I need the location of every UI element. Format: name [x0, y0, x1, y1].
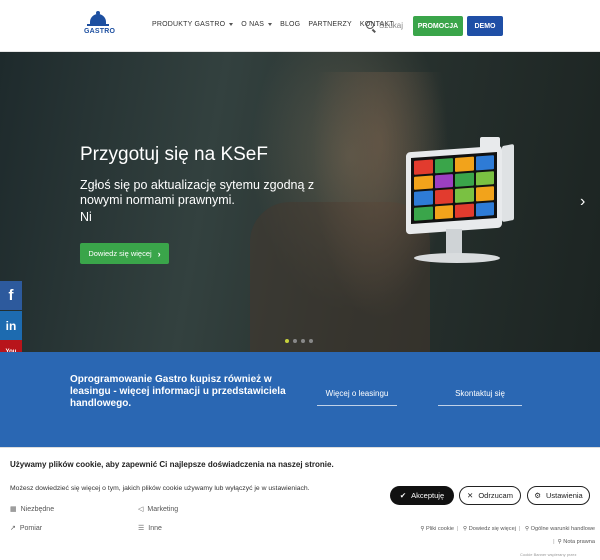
search-box[interactable]: Szukaj — [366, 17, 406, 33]
logo-plate — [87, 24, 109, 26]
pos-side-panel — [502, 143, 514, 223]
link-label: Dowiedz się więcej — [468, 526, 516, 532]
settings-label: Ustawienia — [546, 491, 583, 500]
learn-more-button[interactable]: Dowiedz się więcej › — [80, 243, 169, 264]
main-nav: PRODUKTY GASTRO O NAS BLOG PARTNERZY KON… — [152, 21, 402, 28]
reject-label: Odrzucam — [478, 491, 513, 500]
leasing-banner: Oprogramowanie Gastro kupisz również w l… — [0, 352, 600, 447]
nav-item-blog[interactable]: BLOG — [280, 21, 300, 28]
nav-label: PRODUKTY GASTRO — [152, 21, 226, 28]
category-label: Pomiar — [19, 524, 43, 532]
category-label: Niezbędne — [20, 505, 55, 513]
linkedin-icon[interactable]: in — [0, 311, 22, 340]
pos-screen — [411, 151, 497, 225]
close-icon: ✕ — [467, 491, 474, 500]
cookie-description: Możesz dowiedzieć się więcej o tym, jaki… — [10, 485, 310, 492]
learn-more-label: Dowiedz się więcej — [88, 249, 152, 258]
logo-text: GASTRO — [84, 28, 116, 35]
chevron-right-icon: › — [157, 248, 161, 259]
nav-label: O NAS — [241, 21, 265, 28]
legal-note-link[interactable]: ⚲ Nota prawna — [558, 539, 595, 545]
slider-dot[interactable] — [309, 339, 313, 343]
accept-cookies-button[interactable]: ✔ Akceptuję — [390, 486, 454, 505]
pos-base — [414, 253, 500, 263]
powered-by-text: Cookie Banner wspierany przez — [520, 552, 577, 557]
slider-dot[interactable] — [301, 339, 305, 343]
next-slide-arrow-icon[interactable]: › — [580, 193, 585, 211]
nav-label: BLOG — [280, 21, 301, 28]
cookie-settings-button[interactable]: ⚙ Ustawienia — [527, 486, 590, 505]
shield-icon: ▦ — [10, 506, 17, 513]
hero-subtitle: Zgłoś się po aktualizację sytemu zgodną … — [80, 178, 315, 207]
leasing-link[interactable]: Więcej o leasingu — [317, 389, 397, 406]
learn-more-link[interactable]: ⚲ Dowiedz się więcej — [463, 526, 516, 532]
cookie-category-marketing[interactable]: ◁ Marketing — [138, 505, 179, 514]
cookie-policy-link[interactable]: ⚲ Pliki cookie — [420, 526, 454, 532]
accept-label: Akceptuję — [411, 491, 445, 500]
demo-button[interactable]: DEMO — [467, 16, 503, 36]
caret-down-icon — [268, 23, 273, 26]
search-icon[interactable] — [366, 21, 374, 29]
site-header: GASTRO PRODUKTY GASTRO O NAS BLOG PARTNE… — [0, 0, 600, 52]
nav-label: PARTNERZY — [308, 21, 352, 28]
facebook-icon[interactable]: f — [0, 281, 22, 310]
cookie-title: Używamy plików cookie, aby zapewnić Ci n… — [10, 460, 334, 469]
cookie-links: ⚲ Pliki cookie | ⚲ Dowiedz się więcej | ⚲ … — [420, 526, 595, 545]
gear-icon: ⚙ — [534, 491, 542, 500]
slider-dots — [285, 339, 313, 343]
logo-cloche — [90, 14, 106, 24]
chart-icon: ↗ — [10, 525, 16, 532]
search-input[interactable]: Szukaj — [379, 21, 403, 30]
leasing-text: Oprogramowanie Gastro kupisz również w l… — [70, 374, 286, 409]
category-label: Inne — [148, 524, 162, 532]
megaphone-icon: ◁ — [138, 506, 144, 513]
category-label: Marketing — [147, 505, 179, 513]
slider-dot[interactable] — [293, 339, 297, 343]
cookie-banner: Używamy plików cookie, aby zapewnić Ci n… — [0, 447, 600, 560]
slider-dot[interactable] — [285, 339, 289, 343]
contact-link[interactable]: Skontaktuj się — [438, 389, 522, 406]
list-icon: ☰ — [138, 525, 145, 532]
link-label: Ogólne warunki handlowe — [530, 526, 595, 532]
nav-item-o-nas[interactable]: O NAS — [241, 21, 273, 28]
check-icon: ✔ — [399, 491, 407, 500]
reject-cookies-button[interactable]: ✕ Odrzucam — [459, 486, 521, 505]
link-label: Pliki cookie — [426, 526, 455, 532]
terms-link[interactable]: ⚲ Ogólne warunki handlowe — [525, 526, 595, 532]
pos-terminal-image — [398, 137, 528, 267]
promocja-button[interactable]: PROMOCJA — [413, 16, 463, 36]
hero-title: Przygotuj się na KSeF — [80, 144, 268, 165]
pos-stand — [446, 229, 462, 255]
caret-down-icon — [229, 23, 234, 26]
cookie-category-measurement[interactable]: ↗ Pomiar — [10, 524, 43, 533]
hero-slider: Przygotuj się na KSeF Zgłoś się po aktua… — [0, 52, 600, 352]
nav-item-partnerzy[interactable]: PARTNERZY — [308, 21, 352, 28]
cookie-category-necessary[interactable]: ▦ Niezbędne — [10, 505, 55, 514]
hero-subtitle-extra: Ni — [80, 210, 92, 224]
gastro-logo[interactable]: GASTRO — [84, 11, 116, 41]
link-label: Nota prawna — [563, 539, 595, 545]
nav-item-produkty[interactable]: PRODUKTY GASTRO — [152, 21, 234, 28]
cookie-category-other[interactable]: ☰ Inne — [138, 524, 162, 533]
